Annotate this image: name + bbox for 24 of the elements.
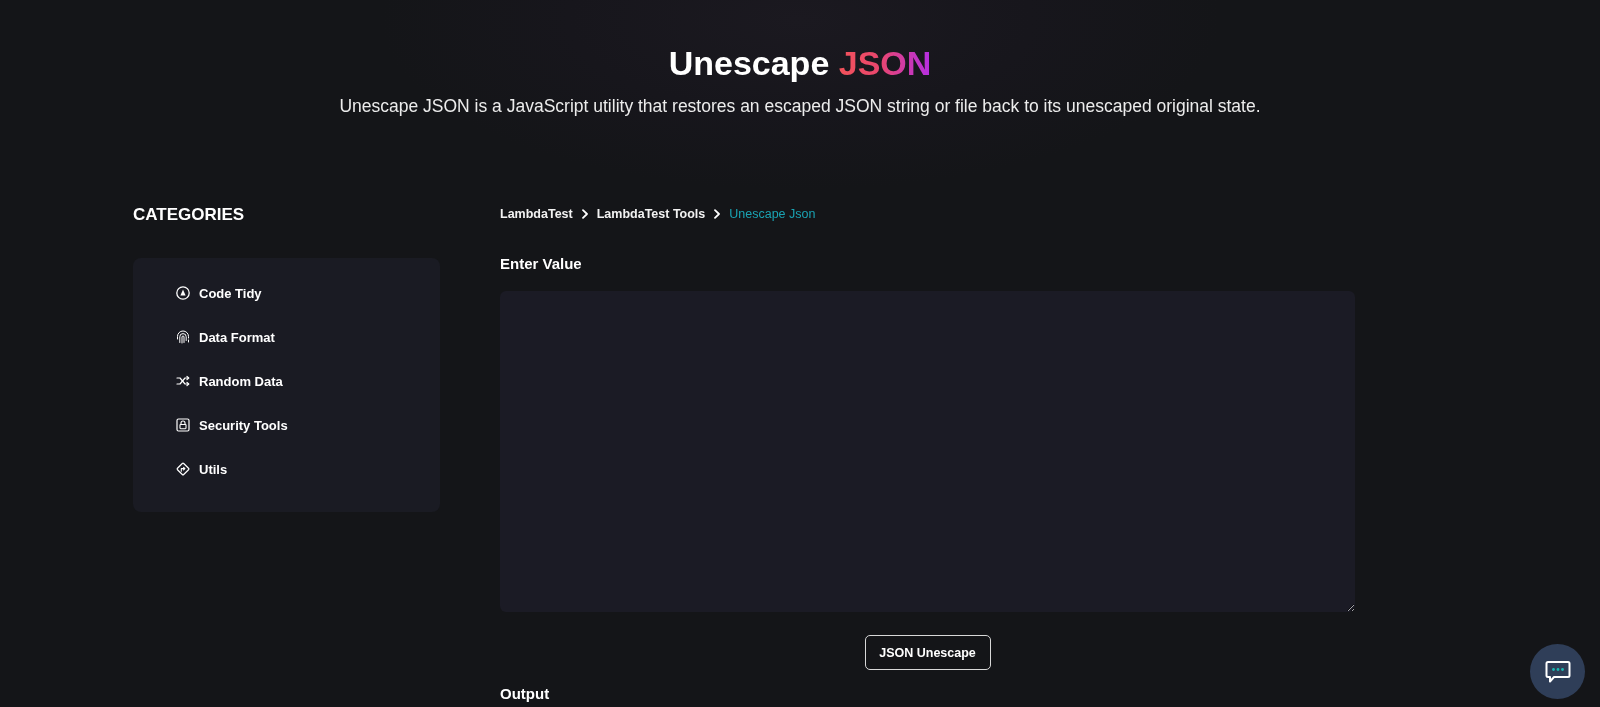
chat-button[interactable] <box>1530 644 1585 699</box>
breadcrumb-link[interactable]: LambdaTest <box>500 207 573 221</box>
categories-heading: CATEGORIES <box>133 204 245 226</box>
breadcrumb-link[interactable]: Unescape Json <box>729 207 816 221</box>
chat-bubble-icon <box>1544 659 1571 684</box>
chevron-right-icon <box>580 209 589 219</box>
category-link[interactable]: Utils <box>176 447 228 491</box>
breadcrumb-link[interactable]: LambdaTest Tools <box>596 207 706 221</box>
input-label: Enter Value <box>500 254 582 274</box>
chevron-right-icon <box>713 209 722 219</box>
page-description: Unescape JSON is a JavaScript utility that restores an escaped JSON string or file back to its unescaped original state. <box>339 95 1261 118</box>
diamond-arrow-icon <box>176 462 190 476</box>
output-label: Output <box>500 684 550 704</box>
category-link[interactable]: Random Data <box>176 359 283 403</box>
page-title: Unescape <box>668 44 830 82</box>
category-link[interactable]: Security Tools <box>176 403 288 447</box>
lock-icon <box>176 418 190 432</box>
unescape-button[interactable]: JSON Unescape <box>864 635 991 670</box>
category-link[interactable]: Data Format <box>176 315 275 359</box>
fingerprint-icon <box>176 330 190 344</box>
triangle-circle-icon <box>176 286 190 300</box>
category-link[interactable]: Code Tidy <box>176 271 262 315</box>
input-field[interactable] <box>500 291 1355 612</box>
shuffle-icon <box>176 374 190 388</box>
